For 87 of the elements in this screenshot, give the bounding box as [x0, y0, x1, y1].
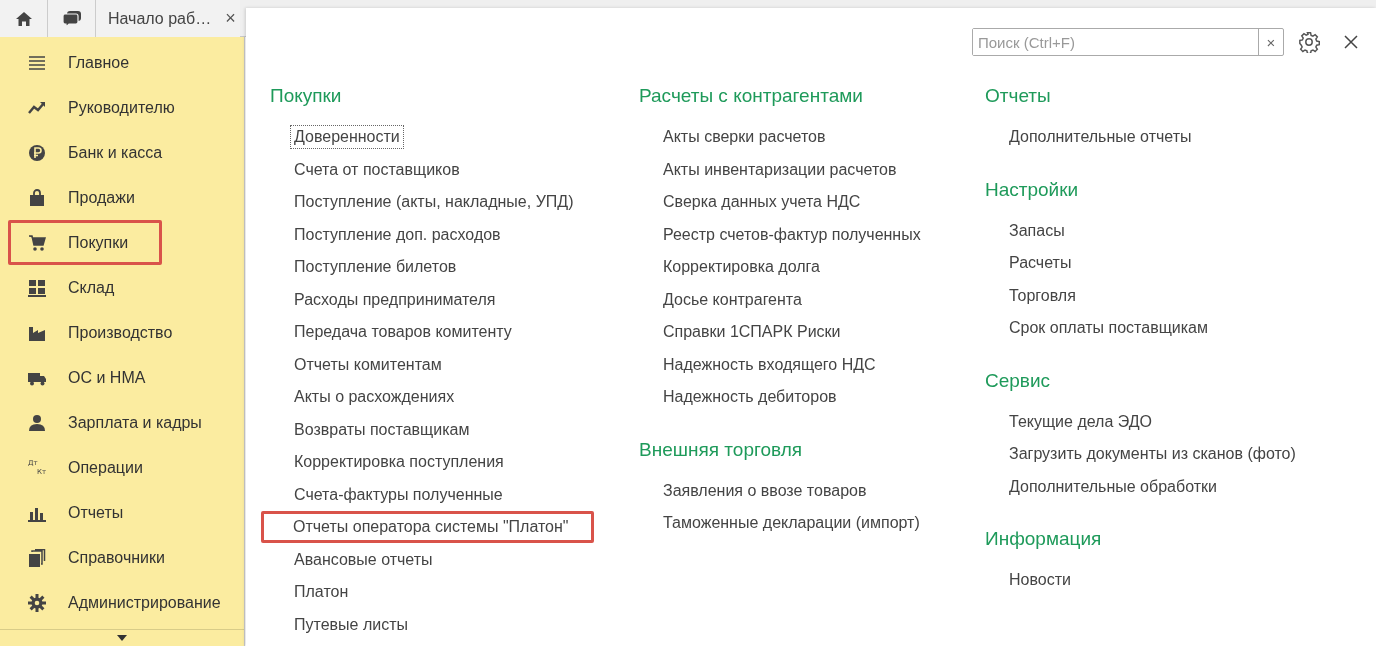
menu-link[interactable]: Расчеты [1005, 251, 1076, 276]
section-title: Информация [985, 527, 1103, 551]
sidebar-item[interactable]: Руководителю [8, 85, 236, 130]
sidebar-item-label: Производство [68, 323, 173, 342]
section-title: Покупки [270, 84, 343, 108]
sidebar-item[interactable]: Склад [8, 265, 236, 310]
menu-link[interactable]: Справки 1СПАРК Риски [659, 320, 845, 345]
menu-link[interactable]: Корректировка долга [659, 255, 824, 280]
sidebar-item-label: Администрирование [68, 593, 221, 612]
sidebar-item[interactable]: Покупки [8, 220, 162, 265]
settings-icon[interactable] [1298, 31, 1320, 53]
sidebar-item[interactable]: Производство [8, 310, 236, 355]
stacked-pages-icon [28, 548, 46, 567]
menu-link[interactable]: Авансовые отчеты [290, 547, 437, 572]
sidebar-item-label: Зарплата и кадры [68, 413, 202, 432]
person-icon [28, 413, 46, 432]
menu-link[interactable]: Поступление доп. расходов [290, 222, 505, 247]
menu-link[interactable]: Отчеты оператора системы "Платон" [289, 515, 573, 539]
section-title: Внешняя торговля [639, 437, 804, 462]
section-title: Сервис [985, 368, 1052, 393]
sidebar-item[interactable]: ОС и НМА [8, 355, 236, 400]
close-icon[interactable] [1344, 35, 1358, 49]
ruble-coin-icon [28, 143, 46, 162]
sidebar-item[interactable]: Справочники [8, 535, 236, 580]
menu-link[interactable]: Загрузить документы из сканов (фото) [1005, 442, 1300, 467]
sidebar-item-label: Склад [68, 278, 115, 297]
menu-link[interactable]: Новости [1005, 568, 1075, 593]
home-icon [14, 10, 33, 27]
sidebar-item-label: Отчеты [68, 503, 124, 522]
menu-link[interactable]: Счета-фактуры полученные [290, 482, 507, 507]
tab-label: Начало раб… [108, 9, 212, 28]
menu-icon [28, 53, 46, 72]
grid-icon [28, 278, 46, 297]
menu-link[interactable]: Счета от поставщиков [290, 157, 464, 182]
menu-link[interactable]: Реестр счетов-фактур полученных [659, 222, 925, 247]
menu-link[interactable]: Дополнительные обработки [1005, 474, 1221, 499]
sidebar-item-label: Продажи [68, 188, 135, 207]
menu-link[interactable]: Расходы предпринимателя [290, 287, 500, 312]
sidebar-item-label: ОС и НМА [68, 368, 146, 387]
menu-link[interactable]: Таможенные декларации (импорт) [659, 511, 924, 536]
cart-icon [28, 233, 46, 252]
menu-link[interactable]: Текущие дела ЭДО [1005, 409, 1157, 434]
menu-link[interactable]: Акты о расхождениях [290, 385, 459, 410]
menu-link[interactable]: Заявления о ввозе товаров [659, 478, 871, 503]
clear-search-button[interactable]: × [1258, 29, 1283, 55]
menu-link[interactable]: Поступление билетов [290, 255, 461, 280]
sidebar-item-label: Главное [68, 53, 130, 72]
sidebar-item[interactable]: Администрирование [8, 580, 236, 625]
menu-link[interactable]: Передача товаров комитенту [290, 320, 516, 345]
menu-link[interactable]: Платон [290, 580, 353, 605]
menu-link[interactable]: Акты сверки расчетов [659, 125, 830, 150]
sidebar-item[interactable]: Отчеты [8, 490, 236, 535]
section-title: Настройки [985, 177, 1080, 202]
menu-link[interactable]: Возвраты поставщикам [290, 417, 474, 442]
menu-link[interactable]: Запасы [1005, 218, 1069, 243]
section-title: Отчеты [985, 84, 1052, 108]
gear-icon [28, 593, 46, 612]
sidebar-item[interactable]: Главное [8, 40, 236, 85]
sidebar-item-label: Банк и касса [68, 143, 163, 162]
menu-link[interactable]: Дополнительные отчеты [1005, 125, 1196, 150]
menu-link[interactable]: Срок оплаты поставщикам [1005, 316, 1212, 341]
menu-link[interactable]: Путевые листы [290, 612, 412, 637]
discussions-button[interactable] [48, 0, 96, 37]
menu-link[interactable]: Сверка данных учета НДС [659, 190, 865, 215]
shopping-bag-icon [28, 188, 46, 207]
menu-link[interactable]: Надежность входящего НДС [659, 352, 880, 377]
sidebar-item[interactable]: Продажи [8, 175, 236, 220]
menu-link[interactable]: Торговля [1005, 283, 1080, 308]
sidebar-item-label: Руководителю [68, 98, 175, 117]
speech-bubbles-icon [61, 9, 82, 28]
menu-link[interactable]: Досье контрагента [659, 287, 806, 312]
menu-link[interactable]: Поступление (акты, накладные, УПД) [290, 190, 578, 215]
menu-link[interactable]: Отчеты комитентам [290, 352, 446, 377]
close-tab-button[interactable]: × [225, 8, 236, 29]
section-title: Расчеты с контрагентами [639, 84, 864, 108]
sidebar-item-label: Операции [68, 458, 143, 477]
search-field[interactable]: Поиск (Ctrl+F) × [972, 28, 1284, 56]
menu-link[interactable]: Корректировка поступления [290, 450, 508, 475]
menu-link[interactable]: Акты инвентаризации расчетов [659, 157, 901, 182]
caret-down-icon [117, 635, 127, 641]
home-button[interactable] [0, 0, 48, 37]
menu-link[interactable]: Надежность дебиторов [659, 385, 841, 410]
sidebar-item[interactable]: Банк и касса [8, 130, 236, 175]
sidebar-item-label: Покупки [68, 233, 129, 252]
menu-link[interactable]: Доверенности [290, 125, 404, 150]
sidebar-item[interactable]: Зарплата и кадры [8, 400, 236, 445]
sidebar-item-label: Справочники [68, 548, 165, 567]
